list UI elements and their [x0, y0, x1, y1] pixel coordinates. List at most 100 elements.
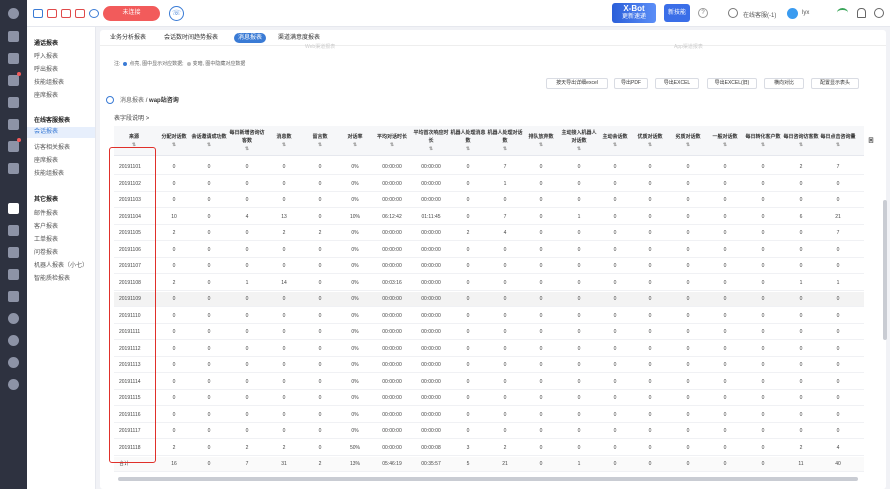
sort-icon[interactable]: ⇅: [318, 141, 322, 149]
compare-button[interactable]: 横向对比: [764, 78, 804, 89]
column-header[interactable]: 每日新增咨询访客数 ⇅: [228, 126, 266, 156]
mute-icon[interactable]: [47, 9, 57, 18]
menu-item-mail[interactable]: 邮件报表: [34, 208, 58, 217]
export-daily-excel-button[interactable]: 按天导出详细excel: [546, 78, 608, 89]
column-header[interactable]: 主动接入机器人对话数 ⇅: [560, 126, 598, 156]
menu-item-customer[interactable]: 客户报表: [34, 221, 58, 230]
sort-icon[interactable]: ⇅: [429, 145, 433, 153]
menu-item-inbound[interactable]: 呼入报表: [34, 51, 58, 60]
column-header[interactable]: 每日点击咨询量 ⇅: [820, 126, 856, 156]
avatar[interactable]: [787, 8, 798, 19]
menu-item-quality[interactable]: 智能质检报表: [34, 273, 70, 282]
menu-item-skill-online[interactable]: 技能组报表: [34, 168, 64, 177]
xbot-banner[interactable]: X-Bot 更新速递: [612, 3, 656, 23]
column-header[interactable]: 一般对话数 ⇅: [707, 126, 743, 156]
column-header[interactable]: 机器人处理消息数 ⇅: [450, 126, 486, 156]
export-pdf-button[interactable]: 导出PDF: [614, 78, 648, 89]
video-off-icon[interactable]: [61, 9, 71, 18]
menu-item-seat[interactable]: 座席报表: [34, 90, 58, 99]
sort-icon[interactable]: ⇅: [503, 145, 507, 153]
home-icon[interactable]: [8, 31, 19, 42]
phone-off-icon[interactable]: [75, 9, 85, 18]
sort-icon[interactable]: ⇅: [648, 141, 652, 149]
column-header[interactable]: 留言数 ⇅: [302, 126, 338, 156]
sort-icon[interactable]: ⇅: [172, 141, 176, 149]
chat-icon[interactable]: [8, 75, 19, 86]
report-icon[interactable]: [8, 203, 19, 214]
settings-icon[interactable]: [8, 379, 19, 390]
feedback-icon[interactable]: [8, 357, 19, 368]
sort-icon[interactable]: ⇅: [799, 141, 803, 149]
user-icon[interactable]: [8, 119, 19, 130]
column-header[interactable]: 优质对话数 ⇅: [632, 126, 668, 156]
menu-item-skill-group[interactable]: 技能组报表: [34, 77, 64, 86]
grid-icon[interactable]: [8, 247, 19, 258]
sort-icon[interactable]: ⇅: [466, 145, 470, 153]
online-service-status[interactable]: 在线客服(-1): [743, 10, 776, 19]
column-header[interactable]: 每日转化客户数 ⇅: [744, 126, 782, 156]
sort-icon[interactable]: ⇅: [207, 141, 211, 149]
tab-trend[interactable]: 会话数时间趋势报表: [164, 33, 218, 43]
column-header[interactable]: 对话率 ⇅: [338, 126, 372, 156]
settings-icon[interactable]: [874, 8, 884, 18]
column-header[interactable]: 平均首次响应时长 ⇅: [412, 126, 450, 156]
sort-icon[interactable]: ⇅: [836, 141, 840, 149]
column-header[interactable]: 机器人处理对话数 ⇅: [486, 126, 524, 156]
column-header[interactable]: 分配对话数 ⇅: [156, 126, 192, 156]
breadcrumb-level1[interactable]: 消息报表: [120, 98, 144, 104]
column-header[interactable]: 主动会话数 ⇅: [598, 126, 632, 156]
bot-icon[interactable]: [8, 313, 19, 324]
mail-icon[interactable]: [8, 97, 19, 108]
menu-item-session-report[interactable]: 会话报表: [27, 127, 95, 138]
sort-icon[interactable]: ⇅: [577, 145, 581, 153]
export-excel-old-button[interactable]: 导出EXCEL(旧): [707, 78, 757, 89]
sort-icon[interactable]: ⇅: [390, 141, 394, 149]
sort-icon[interactable]: ⇅: [282, 141, 286, 149]
sort-icon[interactable]: ⇅: [613, 141, 617, 149]
sort-icon[interactable]: ⇅: [686, 141, 690, 149]
ticket-icon[interactable]: [8, 141, 19, 152]
people-icon[interactable]: [8, 269, 19, 280]
vertical-scrollbar[interactable]: [883, 200, 887, 340]
connection-status-button[interactable]: 未连接: [103, 6, 160, 21]
headset-icon[interactable]: [728, 8, 738, 18]
bell-icon[interactable]: [857, 8, 866, 18]
menu-item-seat-online[interactable]: 座席报表: [34, 155, 58, 164]
help-icon[interactable]: ?: [698, 8, 708, 18]
column-header[interactable]: 回: [856, 126, 886, 156]
sort-icon[interactable]: ⇅: [761, 141, 765, 149]
column-header[interactable]: 平均对话时长 ⇅: [372, 126, 412, 156]
sort-icon[interactable]: ⇅: [353, 141, 357, 149]
config-header-button[interactable]: 配置显示表头: [811, 78, 859, 89]
horizontal-scrollbar[interactable]: [118, 477, 858, 481]
shield-icon[interactable]: [8, 291, 19, 302]
tab-satisfaction[interactable]: 渠道满意度报表: [278, 33, 320, 43]
menu-item-outbound[interactable]: 呼出报表: [34, 64, 58, 73]
collapse-icon[interactable]: [33, 9, 43, 18]
back-icon[interactable]: [106, 96, 114, 105]
menu-item-robot[interactable]: 机器人报表（小七）: [34, 260, 88, 269]
column-header[interactable]: 劣质对话数 ⇅: [669, 126, 707, 156]
sort-icon[interactable]: ⇅: [245, 145, 249, 153]
user-status-icon[interactable]: [89, 9, 99, 18]
phone-icon[interactable]: [8, 53, 19, 64]
globe-icon[interactable]: [8, 335, 19, 346]
menu-item-visitor[interactable]: 访客相关报表: [34, 142, 70, 151]
monitor-icon[interactable]: [8, 225, 19, 236]
sort-icon[interactable]: ⇅: [539, 141, 543, 149]
tab-business[interactable]: 业务分析报表: [110, 33, 146, 43]
menu-item-survey[interactable]: 问卷报表: [34, 247, 58, 256]
new-skill-button[interactable]: 新技能: [664, 4, 690, 22]
username[interactable]: lyx: [802, 10, 809, 16]
tab-message[interactable]: 消息报表: [234, 33, 267, 43]
column-header[interactable]: 消息数 ⇅: [267, 126, 301, 156]
sort-icon[interactable]: ⇅: [723, 141, 727, 149]
export-excel-button[interactable]: 导出EXCEL: [655, 78, 699, 89]
column-header[interactable]: 每日咨询访客数 ⇅: [782, 126, 820, 156]
book-icon[interactable]: [8, 163, 19, 174]
menu-item-ticket[interactable]: 工单报表: [34, 234, 58, 243]
column-header[interactable]: 排队放弃数 ⇅: [523, 126, 559, 156]
dial-icon[interactable]: ☏: [169, 6, 184, 21]
field-description-link[interactable]: 表字段说明 >: [114, 113, 149, 122]
column-header[interactable]: 会话邀请成功数 ⇅: [190, 126, 228, 156]
